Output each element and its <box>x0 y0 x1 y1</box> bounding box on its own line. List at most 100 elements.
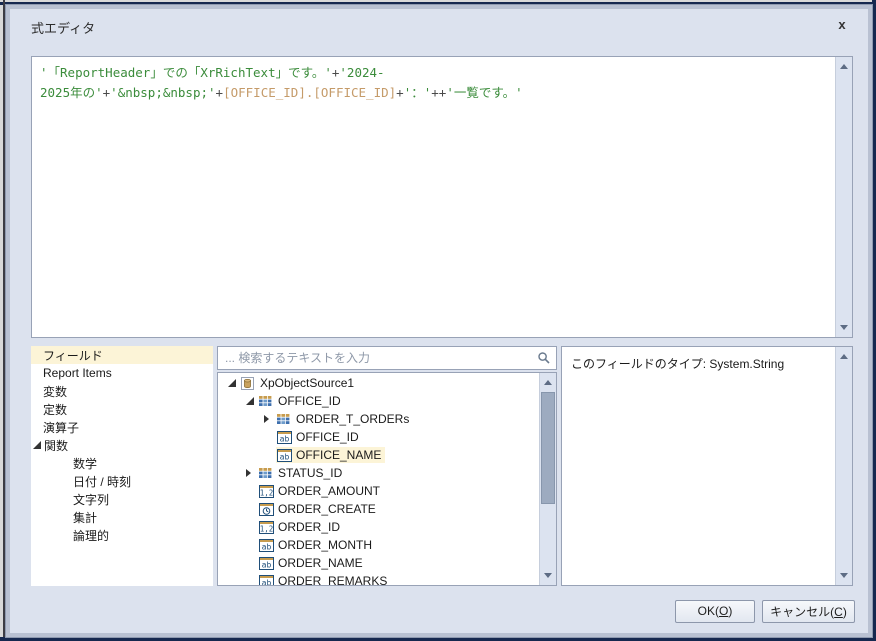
dialog-title: 式エディタ <box>31 18 95 37</box>
field-info-panel: このフィールドのタイプ: System.String <box>561 346 853 586</box>
tree-item-label: STATUS_ID <box>278 466 342 480</box>
tree-item-label: ORDER_CREATE <box>278 502 376 516</box>
category-item-日付 / 時刻[interactable]: 日付 / 時刻 <box>31 472 213 490</box>
tree-item-body[interactable]: ab ORDER_NAME <box>258 555 367 571</box>
category-item-文字列[interactable]: 文字列 <box>31 490 213 508</box>
expression-editor-dialog: 式エディタ x '「ReportHeader」での「XrRichText」です。… <box>6 5 872 637</box>
text-icon: ab <box>259 574 274 585</box>
tree-item-XpObjectSource1[interactable]: XpObjectSource1 <box>218 374 539 392</box>
window-edge-right <box>872 0 876 641</box>
window-edge-left <box>3 0 5 641</box>
window-edge-bottom <box>0 637 876 641</box>
scroll-down-icon[interactable] <box>836 320 852 336</box>
dialog-titlebar[interactable]: 式エディタ x <box>10 9 868 55</box>
scroll-down-icon[interactable] <box>836 568 852 584</box>
number-icon: 1,2 <box>259 520 274 534</box>
svg-text:ab: ab <box>280 434 290 443</box>
tree-item-label: OFFICE_NAME <box>296 448 381 462</box>
tree-item-OFFICE_ID[interactable]: abOFFICE_ID <box>218 428 539 446</box>
tree-item-body[interactable]: abORDER_MONTH <box>258 537 376 553</box>
expression-token-operator: + <box>396 85 404 100</box>
tree-item-ORDER_NAME[interactable]: ab ORDER_NAME <box>218 554 539 572</box>
field-tree: XpObjectSource1 OFFICE_ID ORDER_T_ORDERsab… <box>218 374 539 585</box>
tree-item-label: ORDER_NAME <box>278 556 363 570</box>
close-icon[interactable]: x <box>833 16 851 34</box>
expression-token-operator: + <box>216 85 224 100</box>
category-label: Report Items <box>43 366 112 380</box>
tree-item-body[interactable]: STATUS_ID <box>258 465 346 481</box>
number-icon: 1,2 <box>259 484 274 498</box>
category-label: 数学 <box>73 455 97 472</box>
category-label: 定数 <box>43 401 67 418</box>
tree-item-label: ORDER_AMOUNT <box>278 484 380 498</box>
tree-item-ORDER_MONTH[interactable]: abORDER_MONTH <box>218 536 539 554</box>
category-label: 演算子 <box>43 419 79 436</box>
datasource-icon <box>241 376 256 390</box>
expression-token-string: '：' <box>404 85 432 100</box>
text-icon: ab <box>259 538 274 552</box>
category-label: フィールド <box>43 347 103 364</box>
scroll-up-icon[interactable] <box>836 348 852 364</box>
category-item-演算子[interactable]: 演算子 <box>31 418 213 436</box>
category-item-関数[interactable]: 関数 <box>31 436 213 454</box>
category-label: 文字列 <box>73 491 109 508</box>
dialog-footer: OK(O) キャンセル(C) <box>10 589 868 633</box>
cancel-button[interactable]: キャンセル(C) <box>762 600 855 623</box>
category-item-集計[interactable]: 集計 <box>31 508 213 526</box>
tree-item-label: OFFICE_ID <box>278 394 341 408</box>
tree-item-ORDER_AMOUNT[interactable]: 1,2 ORDER_AMOUNT <box>218 482 539 500</box>
svg-text:ab: ab <box>262 578 272 585</box>
scroll-up-icon[interactable] <box>836 58 852 74</box>
text-icon: ab <box>259 556 274 570</box>
tree-item-body[interactable]: ab OFFICE_NAME <box>276 447 385 463</box>
expression-token-string: '&nbsp;&nbsp;' <box>110 85 215 100</box>
expander-collapsed-icon[interactable] <box>246 469 251 477</box>
tree-item-OFFICE_ID[interactable]: OFFICE_ID <box>218 392 539 410</box>
tree-item-body[interactable]: ORDER_T_ORDERs <box>276 411 413 427</box>
tree-item-body[interactable]: ORDER_CREATE <box>258 501 380 517</box>
scroll-up-icon[interactable] <box>540 374 556 390</box>
info-scrollbar[interactable] <box>835 347 852 585</box>
expander-collapsed-icon[interactable] <box>264 415 269 423</box>
expression-scrollbar[interactable] <box>835 57 852 337</box>
datetime-icon <box>259 502 274 516</box>
text-icon: ab <box>277 448 292 462</box>
tree-item-body[interactable]: 1,2 ORDER_AMOUNT <box>258 483 384 499</box>
tree-item-ORDER_ID[interactable]: 1,2ORDER_ID <box>218 518 539 536</box>
category-list: フィールド Report Items 変数定数演算子関数数学日付 / 時刻文字列集計… <box>31 346 213 586</box>
scroll-down-icon[interactable] <box>540 568 556 584</box>
category-item-定数[interactable]: 定数 <box>31 400 213 418</box>
tree-item-ORDER_REMARKS[interactable]: abORDER_REMARKS <box>218 572 539 585</box>
tree-scrollbar[interactable] <box>539 373 556 585</box>
ok-button[interactable]: OK(O) <box>675 600 755 623</box>
tree-item-body[interactable]: abOFFICE_ID <box>276 429 363 445</box>
table-icon <box>277 412 292 426</box>
expression-token-field: [OFFICE_ID].[OFFICE_ID] <box>223 85 396 100</box>
expander-expanded-icon[interactable] <box>246 397 254 405</box>
search-box <box>217 346 557 370</box>
category-item-論理的[interactable]: 論理的 <box>31 526 213 544</box>
expression-token-string: '「ReportHeader」での「XrRichText」です。' <box>40 65 332 80</box>
tree-item-body[interactable]: 1,2ORDER_ID <box>258 519 344 535</box>
category-label: 関数 <box>44 437 68 454</box>
scrollbar-thumb[interactable] <box>541 392 555 504</box>
tree-item-ORDER_CREATE[interactable]: ORDER_CREATE <box>218 500 539 518</box>
category-item-フィールド[interactable]: フィールド <box>31 346 213 364</box>
tree-item-ORDER_T_ORDERs[interactable]: ORDER_T_ORDERs <box>218 410 539 428</box>
expression-editor-textarea[interactable]: '「ReportHeader」での「XrRichText」です。'+'2024-… <box>31 56 853 338</box>
tree-item-STATUS_ID[interactable]: STATUS_ID <box>218 464 539 482</box>
svg-text:ab: ab <box>280 452 290 461</box>
category-item-Report Items[interactable]: Report Items <box>31 364 213 382</box>
expander-expanded-icon[interactable] <box>33 441 41 449</box>
category-label: 論理的 <box>73 527 109 544</box>
field-type-text: このフィールドのタイプ: System.String <box>562 347 834 376</box>
expression-text[interactable]: '「ReportHeader」での「XrRichText」です。'+'2024-… <box>32 57 834 337</box>
tree-item-body[interactable]: OFFICE_ID <box>258 393 345 409</box>
tree-item-body[interactable]: abORDER_REMARKS <box>258 573 391 585</box>
category-item-変数[interactable]: 変数 <box>31 382 213 400</box>
expander-expanded-icon[interactable] <box>228 379 236 387</box>
tree-item-body[interactable]: XpObjectSource1 <box>240 375 358 391</box>
tree-item-OFFICE_NAME[interactable]: ab OFFICE_NAME <box>218 446 539 464</box>
search-input[interactable] <box>218 347 556 369</box>
category-item-数学[interactable]: 数学 <box>31 454 213 472</box>
